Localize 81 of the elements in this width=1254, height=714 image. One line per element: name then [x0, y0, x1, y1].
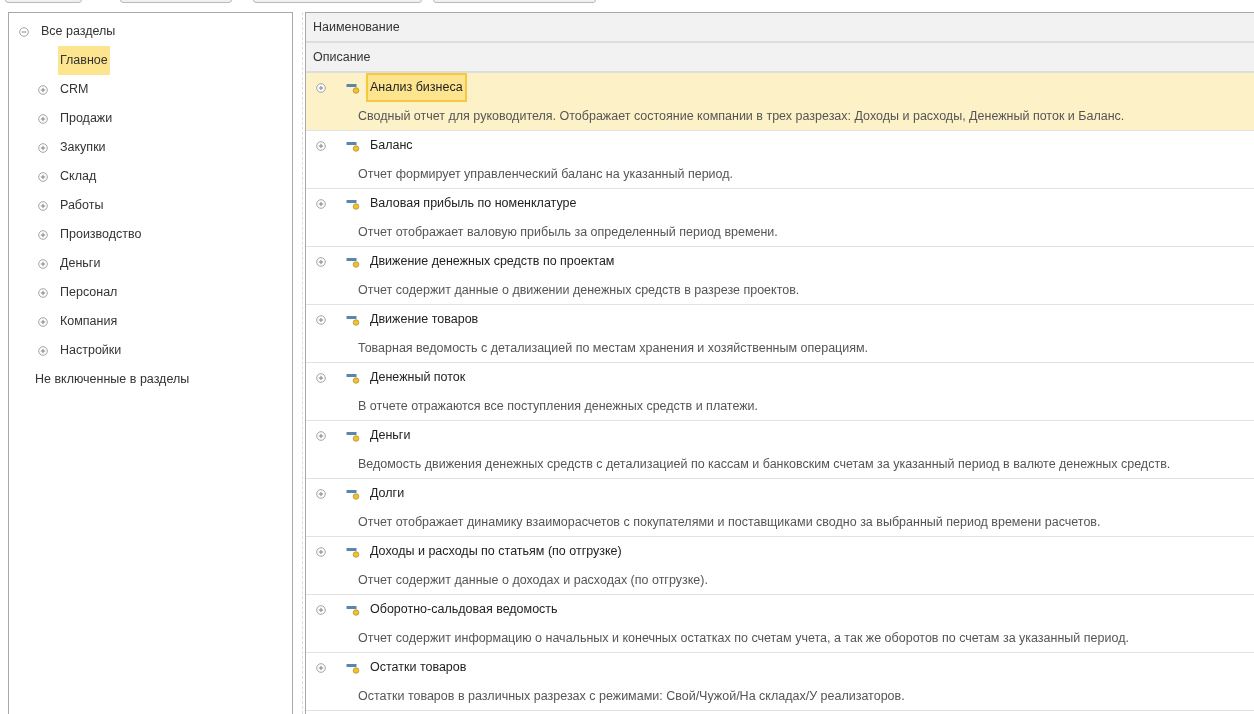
report-row[interactable]: Долги Отчет отображает динамику взаиморасчетов с покупателями и поставщиками сводно за выбранный период времени расчетов. — [306, 479, 1254, 537]
report-icon — [346, 313, 360, 326]
section-item[interactable]: Главное — [58, 46, 110, 75]
report-name: Денежный поток — [369, 369, 467, 387]
section-item[interactable]: Производство — [58, 220, 144, 249]
expand-icon[interactable] — [316, 82, 326, 93]
report-icon — [346, 197, 360, 210]
expand-icon[interactable] — [316, 372, 326, 383]
report-row[interactable]: Движение товаров Товарная ведомость с детализацией по местам хранения и хозяйственным операциям. — [306, 305, 1254, 363]
collapse-icon[interactable] — [19, 26, 29, 37]
expand-icon[interactable] — [316, 314, 326, 325]
expand-icon[interactable] — [38, 229, 48, 240]
expand-icon[interactable] — [316, 140, 326, 151]
report-description: Отчет отображает валовую прибыль за определенный период времени. — [358, 223, 778, 241]
section-item[interactable]: CRM — [58, 75, 91, 104]
report-icon — [346, 139, 360, 152]
report-icon — [346, 603, 360, 616]
report-name: Остатки товаров — [369, 659, 468, 677]
expand-icon[interactable] — [38, 200, 48, 211]
report-icon — [346, 255, 360, 268]
section-item[interactable]: Персонал — [58, 278, 120, 307]
report-row[interactable]: Доходы и расходы по статьям (по отгрузке) Отчет содержит данные о доходах и расходах (по отгрузке). — [306, 537, 1254, 595]
expand-icon[interactable] — [38, 113, 48, 124]
section-item[interactable]: Работы — [58, 191, 106, 220]
expand-icon[interactable] — [316, 430, 326, 441]
report-row[interactable]: Анализ бизнеса Сводный отчет для руководителя. Отображает состояние компании в трех разрезах: Доходы и расходы, Денежный поток и Баланс. — [306, 73, 1254, 131]
expand-icon[interactable] — [316, 488, 326, 499]
report-name: Баланс — [369, 137, 414, 155]
expand-icon[interactable] — [38, 84, 48, 95]
report-description: Ведомость движения денежных средств с детализацией по кассам и банковским счетам за указанный период в валюте денежных средств. — [358, 455, 1171, 473]
report-description: Сводный отчет для руководителя. Отображает состояние компании в трех разрезах: Доходы и расходы, Денежный поток и Баланс. — [358, 107, 1125, 125]
expand-icon[interactable] — [38, 142, 48, 153]
expand-icon[interactable] — [38, 345, 48, 356]
section-item[interactable]: Продажи — [58, 104, 115, 133]
report-row[interactable]: Остатки товаров Остатки товаров в различных разрезах с режимами: Свой/Чужой/На складах/У реализаторов. — [306, 653, 1254, 711]
report-description: Отчет содержит данные о доходах и расходах (по отгрузке). — [358, 571, 708, 589]
section-item[interactable]: Все разделы — [39, 17, 118, 46]
report-icon — [346, 81, 360, 94]
expand-icon[interactable] — [38, 316, 48, 327]
report-row[interactable]: Деньги Ведомость движения денежных средств с детализацией по кассам и банковским счетам за указанный период в валюте денежных средств. — [306, 421, 1254, 479]
column-header[interactable]: Описание — [313, 47, 371, 67]
report-row[interactable]: Оборотно-сальдовая ведомость Отчет содержит информацию о начальных и конечных остатках по счетам учета, а так же оборотов по счетам за указанный период. — [306, 595, 1254, 653]
report-icon — [346, 429, 360, 442]
expand-icon[interactable] — [38, 171, 48, 182]
report-row[interactable]: Движение денежных средств по проектам Отчет содержит данные о движении денежных средств в разрезе проектов. — [306, 247, 1254, 305]
report-description: Отчет отображает динамику взаиморасчетов с покупателями и поставщиками сводно за выбранный период времени расчетов. — [358, 513, 1101, 531]
report-name: Движение денежных средств по проектам — [369, 253, 616, 271]
report-row[interactable]: Денежный поток В отчете отражаются все поступления денежных средств и платежи. — [306, 363, 1254, 421]
section-item[interactable]: Компания — [58, 307, 120, 336]
report-description: В отчете отражаются все поступления денежных средств и платежи. — [358, 397, 759, 415]
report-description: Отчет содержит данные о движении денежных средств в разрезе проектов. — [358, 281, 800, 299]
expand-icon[interactable] — [38, 258, 48, 269]
section-item[interactable]: Склад — [58, 162, 99, 191]
report-name: Доходы и расходы по статьям (по отгрузке) — [369, 543, 623, 561]
expand-icon[interactable] — [316, 256, 326, 267]
section-item[interactable]: Настройки — [58, 336, 124, 365]
expand-icon[interactable] — [316, 546, 326, 557]
report-description: Отчет содержит информацию о начальных и конечных остатках по счетам учета, а так же оборотов по счетам за указанный период. — [358, 629, 1129, 647]
report-icon — [346, 661, 360, 674]
report-description: Товарная ведомость с детализацией по местам хранения и хозяйственным операциям. — [358, 339, 869, 357]
column-header[interactable]: Наименование — [313, 17, 400, 37]
expand-icon[interactable] — [316, 198, 326, 209]
report-name: Движение товаров — [369, 311, 480, 329]
section-item[interactable]: Не включенные в разделы — [33, 365, 192, 394]
report-name: Валовая прибыль по номенклатуре — [369, 195, 578, 213]
report-icon — [346, 545, 360, 558]
report-name: Деньги — [369, 427, 412, 445]
section-item[interactable]: Деньги — [58, 249, 103, 278]
report-icon — [346, 487, 360, 500]
report-name: Долги — [369, 485, 406, 503]
report-row[interactable]: Валовая прибыль по номенклатуре Отчет отображает валовую прибыль за определенный период времени. — [306, 189, 1254, 247]
report-name: Оборотно-сальдовая ведомость — [369, 601, 559, 619]
report-name: Анализ бизнеса — [366, 73, 467, 102]
report-icon — [346, 371, 360, 384]
expand-icon[interactable] — [316, 604, 326, 615]
expand-icon[interactable] — [316, 662, 326, 673]
report-row[interactable]: Баланс Отчет формирует управленческий баланс на указанный период. — [306, 131, 1254, 189]
report-description: Отчет формирует управленческий баланс на указанный период. — [358, 165, 734, 183]
report-description: Остатки товаров в различных разрезах с режимами: Свой/Чужой/На складах/У реализаторов. — [358, 687, 905, 705]
expand-icon[interactable] — [38, 287, 48, 298]
section-item[interactable]: Закупки — [58, 133, 108, 162]
